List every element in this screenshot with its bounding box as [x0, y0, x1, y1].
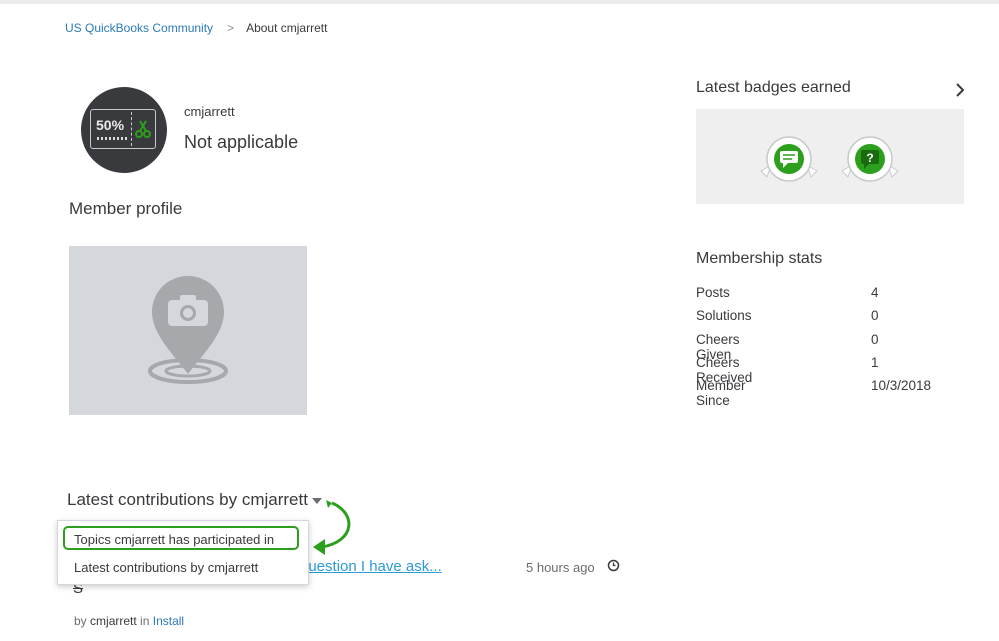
stat-label: Posts: [696, 285, 730, 300]
profile-image-placeholder: [69, 246, 307, 415]
avatar-discount-text: 50%: [96, 117, 125, 133]
clock-icon: [607, 559, 620, 572]
post-timestamp: 5 hours ago: [526, 560, 595, 575]
stat-value: 0: [871, 308, 879, 324]
stat-label: Solutions: [696, 308, 752, 324]
top-bar: [0, 0, 999, 4]
in-label: in: [140, 614, 150, 628]
stats-title: Membership stats: [696, 250, 823, 267]
dropdown-option-latest[interactable]: Latest contributions by cmjarrett: [74, 560, 258, 575]
stat-value: 0: [871, 331, 879, 347]
badges-title: Latest badges earned: [696, 79, 851, 96]
by-label: by: [74, 614, 87, 628]
member-profile-title: Member profile: [69, 199, 183, 218]
post-byline: by cmjarrett in Install: [74, 614, 184, 628]
post-title-link[interactable]: question I have ask...: [300, 558, 442, 575]
profile-username: cmjarrett: [184, 104, 235, 119]
breadcrumb-community-link[interactable]: US QuickBooks Community: [65, 21, 213, 35]
post-board-link[interactable]: Install: [153, 614, 184, 628]
badges-panel: ?: [696, 109, 964, 204]
contributions-title: Latest contributions by cmjarrett: [67, 490, 308, 509]
camera-location-icon: [148, 276, 228, 384]
stat-label: Member Since: [696, 378, 746, 409]
breadcrumb-current: About cmjarrett: [246, 21, 328, 35]
profile-rank: Not applicable: [184, 132, 299, 152]
contributions-dropdown-menu: Topics cmjarrett has participated in Lat…: [57, 520, 309, 585]
avatar: 50%: [81, 87, 167, 173]
speech-bubble-badge-icon[interactable]: [759, 135, 819, 185]
stat-value: 10/3/2018: [871, 378, 932, 394]
dropdown-option-topics[interactable]: Topics cmjarrett has participated in: [74, 532, 274, 547]
stat-value: 1: [871, 354, 879, 370]
badge-question-mark: ?: [866, 151, 873, 165]
stat-value: 4: [871, 285, 879, 300]
chevron-right-icon[interactable]: [954, 82, 966, 98]
curved-arrow-icon: [313, 500, 351, 555]
scissors-icon: [135, 120, 151, 138]
contributions-dropdown-toggle[interactable]: Latest contributions by cmjarrett: [67, 490, 322, 510]
coupon-icon: 50%: [90, 109, 156, 149]
post-author[interactable]: cmjarrett: [90, 614, 137, 628]
question-bubble-badge-icon[interactable]: ?: [840, 135, 900, 185]
breadcrumb: US QuickBooks Community > About cmjarrett: [65, 21, 327, 35]
breadcrumb-separator: >: [227, 21, 235, 35]
